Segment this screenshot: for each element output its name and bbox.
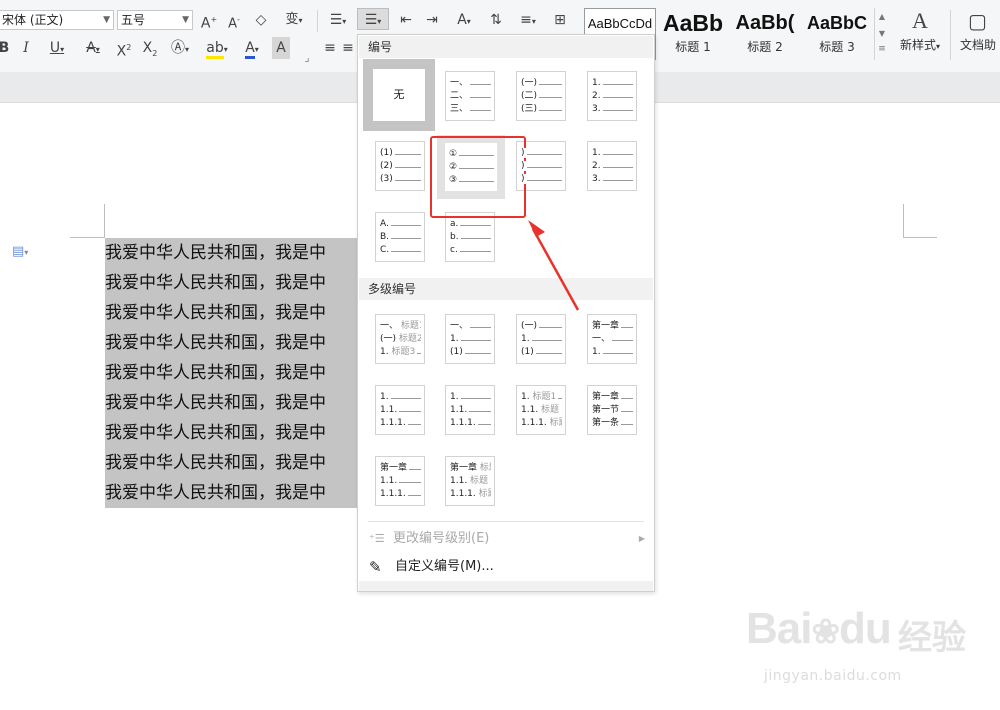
watermark-url: jingyan.baidu.com	[764, 668, 902, 684]
arrow-shaft	[531, 228, 580, 311]
watermark-brand: Bai	[746, 604, 812, 653]
baidu-jingyan-watermark: Bai❀du 经验 jingyan.baidu.com	[746, 596, 986, 706]
multilevel-option[interactable]: 第一章 标题11.1. 标题 21.1.1. 标题 3	[445, 456, 495, 506]
paw-icon: ❀	[811, 613, 839, 651]
watermark-cn: 经验	[898, 618, 966, 658]
arrow-head	[528, 220, 545, 237]
watermark-brand-2: du	[838, 604, 892, 653]
